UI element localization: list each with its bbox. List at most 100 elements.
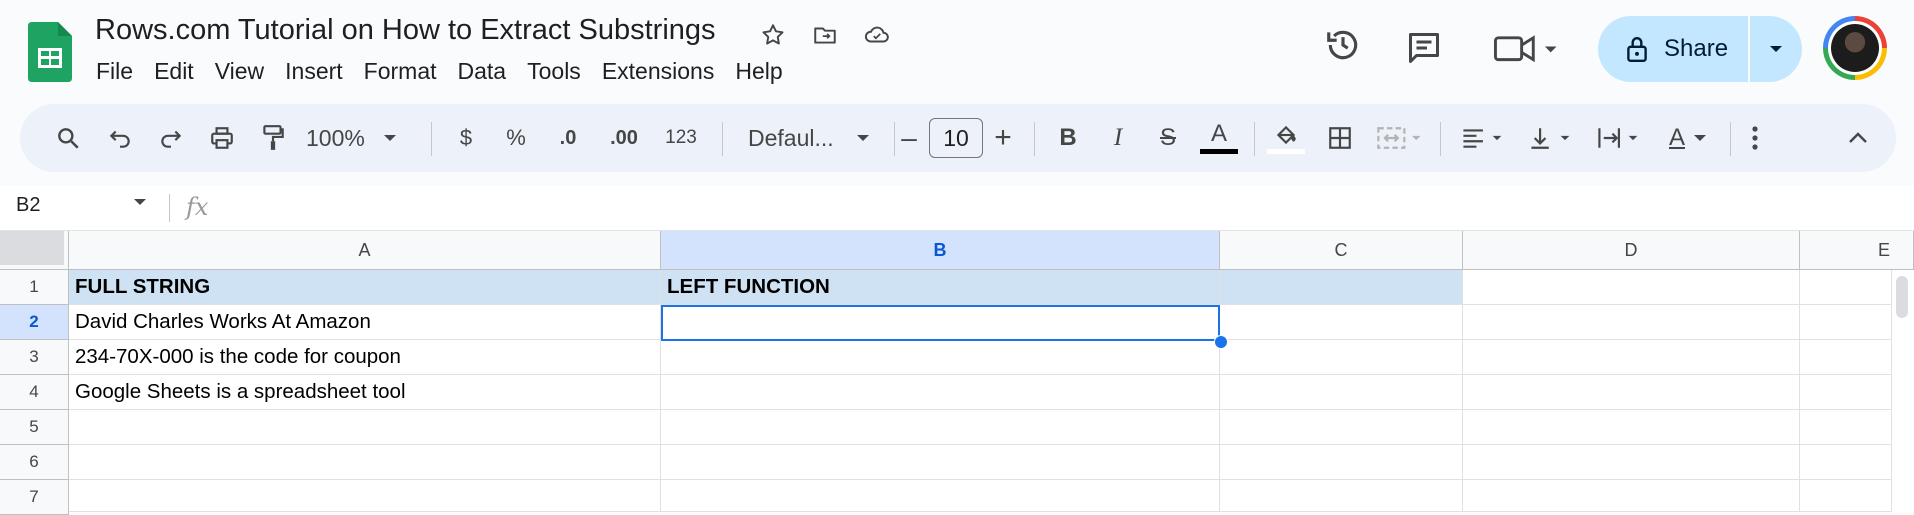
cell-c7[interactable] bbox=[1220, 480, 1463, 512]
search-menus-icon[interactable] bbox=[48, 104, 88, 172]
avatar[interactable] bbox=[1823, 16, 1887, 80]
text-wrapping-icon[interactable] bbox=[1590, 104, 1650, 172]
document-title[interactable]: Rows.com Tutorial on How to Extract Subs… bbox=[95, 14, 716, 47]
row-header-3[interactable]: 3 bbox=[0, 340, 69, 375]
strikethrough-button[interactable]: S bbox=[1150, 104, 1186, 172]
collapse-toolbar-icon[interactable] bbox=[1838, 104, 1878, 172]
text-color-button[interactable]: A bbox=[1198, 104, 1240, 172]
menu-tools[interactable]: Tools bbox=[527, 58, 592, 85]
caret-down-icon[interactable] bbox=[133, 198, 147, 207]
menu-extensions[interactable]: Extensions bbox=[602, 58, 726, 85]
cell-a1[interactable]: FULL STRING bbox=[69, 270, 661, 305]
share-button[interactable]: Share bbox=[1598, 16, 1748, 82]
font-family-select[interactable]: Defaul... bbox=[726, 104, 886, 172]
comments-icon[interactable] bbox=[1406, 30, 1442, 71]
select-all-corner[interactable] bbox=[0, 231, 69, 270]
print-icon[interactable] bbox=[202, 104, 242, 172]
row-header-6[interactable]: 6 bbox=[0, 445, 69, 480]
text-rotation-button[interactable]: A bbox=[1658, 104, 1718, 172]
cell-e4[interactable] bbox=[1800, 375, 1892, 410]
italic-button[interactable]: I bbox=[1100, 104, 1136, 172]
cell-b5[interactable] bbox=[661, 410, 1220, 445]
cell-a3[interactable]: 234-70X-000 is the code for coupon bbox=[69, 340, 661, 375]
row-header-7[interactable]: 7 bbox=[0, 480, 69, 515]
column-header-a[interactable]: A bbox=[69, 231, 661, 270]
cell-e2[interactable] bbox=[1800, 305, 1892, 340]
cell-e1[interactable] bbox=[1800, 270, 1892, 305]
cell-a5[interactable] bbox=[69, 410, 661, 445]
menu-data[interactable]: Data bbox=[458, 58, 518, 85]
cell-e5[interactable] bbox=[1800, 410, 1892, 445]
cell-a2[interactable]: David Charles Works At Amazon bbox=[69, 305, 661, 340]
menu-format[interactable]: Format bbox=[364, 58, 448, 85]
cell-a6[interactable] bbox=[69, 445, 661, 480]
row-header-4[interactable]: 4 bbox=[0, 375, 69, 410]
undo-icon[interactable] bbox=[100, 104, 140, 172]
vertical-scrollbar[interactable] bbox=[1896, 276, 1908, 318]
cell-d3[interactable] bbox=[1463, 340, 1800, 375]
cell-d5[interactable] bbox=[1463, 410, 1800, 445]
cell-e7[interactable] bbox=[1800, 480, 1892, 512]
formula-input[interactable] bbox=[230, 192, 1890, 224]
version-history-icon[interactable] bbox=[1324, 26, 1362, 69]
cell-c4[interactable] bbox=[1220, 375, 1463, 410]
row-header-5[interactable]: 5 bbox=[0, 410, 69, 445]
borders-icon[interactable] bbox=[1320, 104, 1360, 172]
cell-e6[interactable] bbox=[1800, 445, 1892, 480]
cell-d6[interactable] bbox=[1463, 445, 1800, 480]
cell-b6[interactable] bbox=[661, 445, 1220, 480]
cell-d1[interactable] bbox=[1463, 270, 1800, 305]
cell-b4[interactable] bbox=[661, 375, 1220, 410]
cell-e3[interactable] bbox=[1800, 340, 1892, 375]
decrease-font-size-button[interactable]: – bbox=[894, 104, 924, 172]
vertical-align-icon[interactable] bbox=[1522, 104, 1582, 172]
bold-button[interactable]: B bbox=[1050, 104, 1086, 172]
increase-decimal-button[interactable]: .00 bbox=[602, 104, 646, 172]
menu-view[interactable]: View bbox=[215, 58, 275, 85]
format-currency-button[interactable]: $ bbox=[448, 104, 484, 172]
row-header-2[interactable]: 2 bbox=[0, 305, 69, 340]
paint-format-icon[interactable] bbox=[253, 104, 293, 172]
zoom-select[interactable]: 100% bbox=[306, 104, 406, 172]
font-size-input[interactable]: 10 bbox=[929, 118, 983, 158]
cell-a7[interactable] bbox=[69, 480, 661, 512]
fill-handle[interactable] bbox=[1214, 335, 1228, 349]
increase-font-size-button[interactable]: + bbox=[986, 104, 1020, 172]
redo-icon[interactable] bbox=[151, 104, 191, 172]
cell-d2[interactable] bbox=[1463, 305, 1800, 340]
meet-camera-icon[interactable] bbox=[1494, 30, 1558, 71]
cell-c3[interactable] bbox=[1220, 340, 1463, 375]
cell-c2[interactable] bbox=[1220, 305, 1463, 340]
cell-b3[interactable] bbox=[661, 340, 1220, 375]
column-header-d[interactable]: D bbox=[1463, 231, 1800, 270]
row-header-1[interactable]: 1 bbox=[0, 270, 69, 305]
menu-file[interactable]: File bbox=[96, 58, 144, 85]
column-header-c[interactable]: C bbox=[1220, 231, 1463, 270]
fill-color-icon[interactable] bbox=[1266, 104, 1306, 172]
cloud-saved-icon[interactable] bbox=[862, 20, 892, 50]
move-folder-icon[interactable] bbox=[810, 20, 840, 50]
star-icon[interactable] bbox=[758, 20, 788, 50]
column-header-e[interactable]: E bbox=[1800, 231, 1914, 270]
decrease-decimal-button[interactable]: .0 bbox=[548, 104, 588, 172]
column-header-b[interactable]: B bbox=[661, 231, 1220, 270]
more-formats-button[interactable]: 123 bbox=[656, 104, 706, 172]
menu-insert[interactable]: Insert bbox=[285, 58, 354, 85]
cell-c1[interactable] bbox=[1220, 270, 1463, 305]
share-dropdown-button[interactable] bbox=[1750, 16, 1802, 82]
cell-b7[interactable] bbox=[661, 480, 1220, 512]
text-color-label: A bbox=[1210, 120, 1227, 147]
cell-c5[interactable] bbox=[1220, 410, 1463, 445]
cell-c6[interactable] bbox=[1220, 445, 1463, 480]
cell-b1[interactable]: LEFT FUNCTION bbox=[661, 270, 1220, 305]
sheets-logo-icon[interactable] bbox=[28, 22, 72, 82]
cell-a4[interactable]: Google Sheets is a spreadsheet tool bbox=[69, 375, 661, 410]
name-box[interactable]: B2 bbox=[16, 194, 40, 217]
menu-edit[interactable]: Edit bbox=[154, 58, 205, 85]
horizontal-align-icon[interactable] bbox=[1454, 104, 1514, 172]
format-percent-button[interactable]: % bbox=[498, 104, 534, 172]
cell-d4[interactable] bbox=[1463, 375, 1800, 410]
cell-d7[interactable] bbox=[1463, 480, 1800, 512]
more-options-icon[interactable] bbox=[1740, 104, 1770, 172]
menu-help[interactable]: Help bbox=[735, 58, 793, 85]
